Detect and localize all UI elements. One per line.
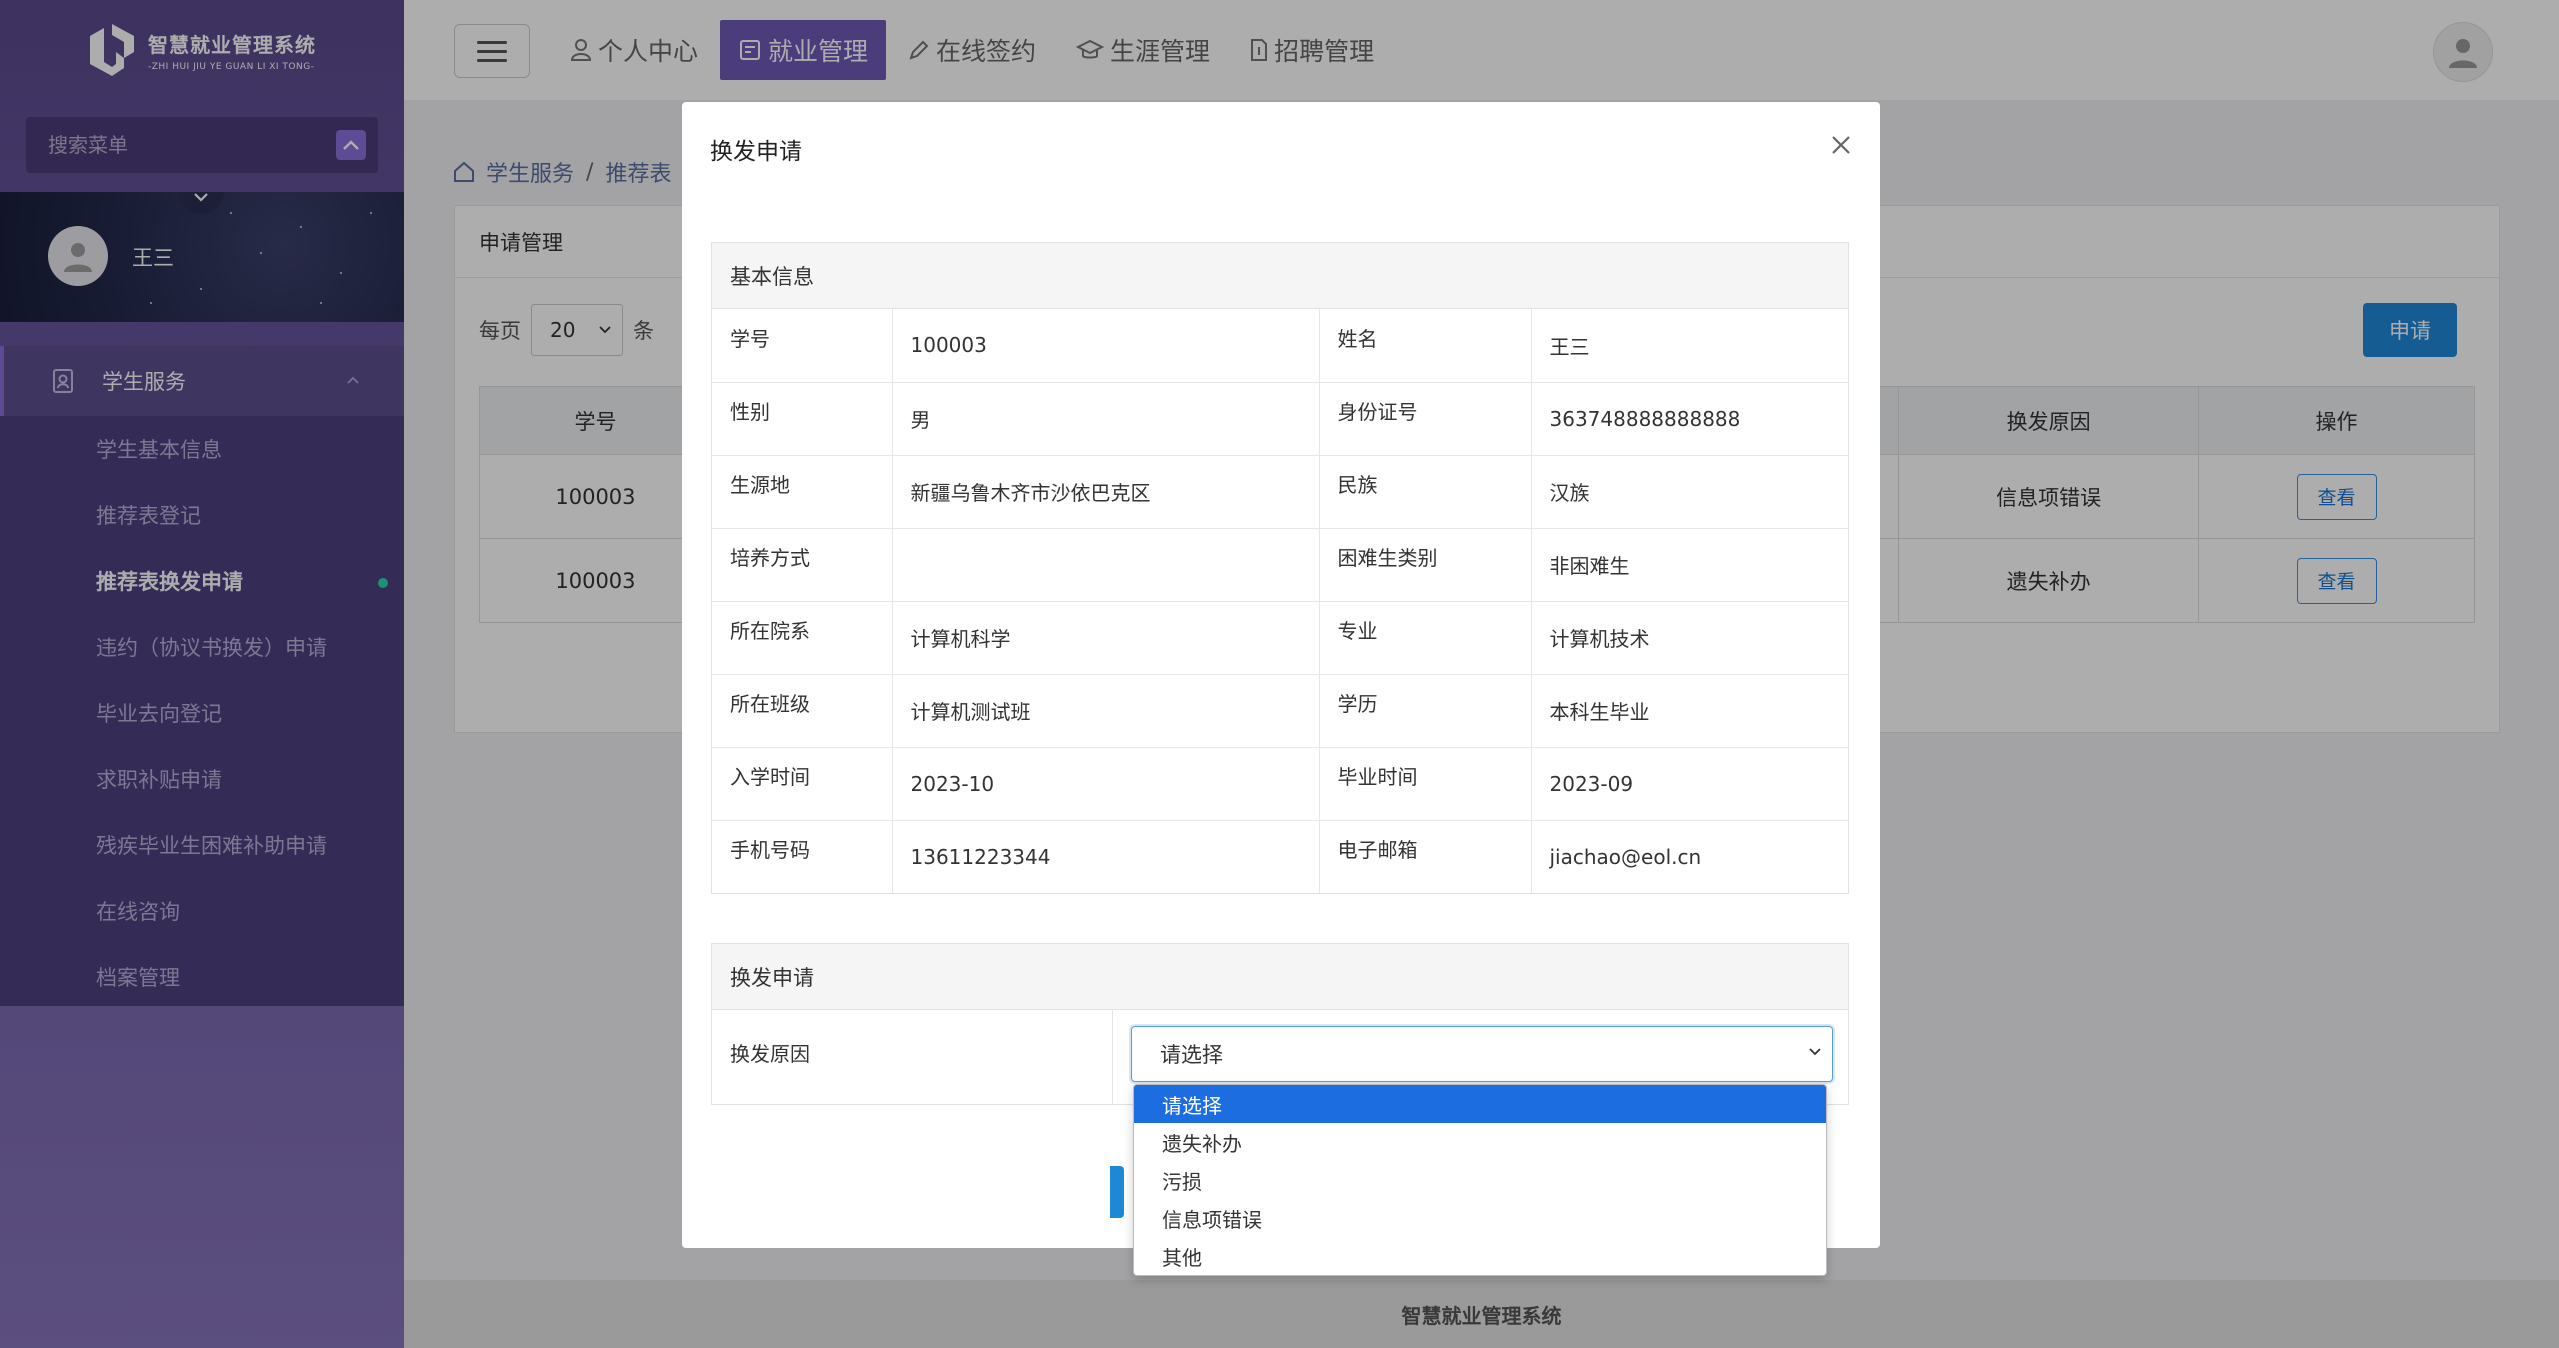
- field-label: 生源地: [712, 454, 892, 528]
- field-label: 民族: [1318, 454, 1531, 528]
- field-value: jiachao@eol.cn: [1530, 819, 1848, 893]
- reissue-section: 换发申请 换发原因 请选择: [711, 943, 1849, 1105]
- close-icon: [1832, 136, 1850, 154]
- modal-title: 换发申请: [710, 139, 802, 165]
- field-value: 计算机技术: [1530, 600, 1848, 674]
- field-label: 学历: [1318, 673, 1531, 747]
- field-label: 电子邮箱: [1318, 819, 1531, 893]
- section-title: 基本信息: [712, 243, 1848, 309]
- reason-select-value: 请选择: [1160, 1043, 1223, 1067]
- field-label: 姓名: [1318, 309, 1531, 382]
- reason-option[interactable]: 其他: [1134, 1237, 1826, 1275]
- field-value: 汉族: [1530, 454, 1848, 528]
- reason-label: 换发原因: [730, 1042, 810, 1066]
- field-label: 性别: [712, 381, 892, 455]
- field-value: 男: [891, 381, 1319, 455]
- field-label: 培养方式: [712, 527, 892, 601]
- field-value: 100003: [891, 309, 1319, 382]
- field-value: 新疆乌鲁木齐市沙依巴克区: [891, 454, 1319, 528]
- field-value: 非困难生: [1530, 527, 1848, 601]
- field-value: 13611223344: [891, 819, 1319, 893]
- info-row: 所在院系 计算机科学 专业 计算机技术: [712, 600, 1848, 674]
- info-row: 性别 男 身份证号 363748888888888: [712, 381, 1848, 455]
- field-label: 学号: [730, 326, 770, 351]
- field-value: 本科生毕业: [1530, 673, 1848, 747]
- reason-option[interactable]: 遗失补办: [1134, 1123, 1826, 1161]
- field-label: 所在班级: [712, 673, 892, 747]
- field-label: 身份证号: [1318, 381, 1531, 455]
- reason-option[interactable]: 请选择: [1134, 1085, 1826, 1123]
- field-label: 困难生类别: [1318, 527, 1531, 601]
- reissue-modal: 换发申请 基本信息 学号 100003 姓名 王三 性别 男 身份证号 3637…: [682, 102, 1880, 1248]
- field-value: 2023-10: [891, 746, 1319, 820]
- field-value: 计算机测试班: [891, 673, 1319, 747]
- reason-option[interactable]: 污损: [1134, 1161, 1826, 1199]
- reason-select[interactable]: 请选择: [1131, 1026, 1833, 1082]
- info-row: 手机号码 13611223344 电子邮箱 jiachao@eol.cn: [712, 819, 1848, 893]
- info-row: 所在班级 计算机测试班 学历 本科生毕业: [712, 673, 1848, 747]
- field-value: 王三: [1530, 309, 1848, 382]
- reason-option[interactable]: 信息项错误: [1134, 1199, 1826, 1237]
- close-button[interactable]: [1826, 130, 1856, 160]
- submit-button[interactable]: [1110, 1166, 1124, 1218]
- basic-info-section: 基本信息 学号 100003 姓名 王三 性别 男 身份证号 363748888…: [711, 242, 1849, 894]
- field-label: 手机号码: [712, 819, 892, 893]
- field-value: 2023-09: [1530, 746, 1848, 820]
- field-label: 所在院系: [712, 600, 892, 674]
- info-row: 培养方式 困难生类别 非困难生: [712, 527, 1848, 601]
- reason-dropdown: 请选择 遗失补办 污损 信息项错误 其他: [1133, 1084, 1827, 1276]
- field-label: 入学时间: [712, 746, 892, 820]
- field-label: 毕业时间: [1318, 746, 1531, 820]
- field-label: 专业: [1318, 600, 1531, 674]
- field-value: [891, 527, 1319, 601]
- field-value: 计算机科学: [891, 600, 1319, 674]
- chevron-down-icon: [1809, 1048, 1821, 1056]
- section-title: 换发申请: [712, 944, 1848, 1010]
- info-row: 学号 100003 姓名 王三: [712, 309, 1848, 382]
- info-row: 入学时间 2023-10 毕业时间 2023-09: [712, 746, 1848, 820]
- field-value: 363748888888888: [1530, 381, 1848, 455]
- basic-info-table: 学号 100003 姓名 王三 性别 男 身份证号 36374888888888…: [712, 309, 1848, 893]
- info-row: 生源地 新疆乌鲁木齐市沙依巴克区 民族 汉族: [712, 454, 1848, 528]
